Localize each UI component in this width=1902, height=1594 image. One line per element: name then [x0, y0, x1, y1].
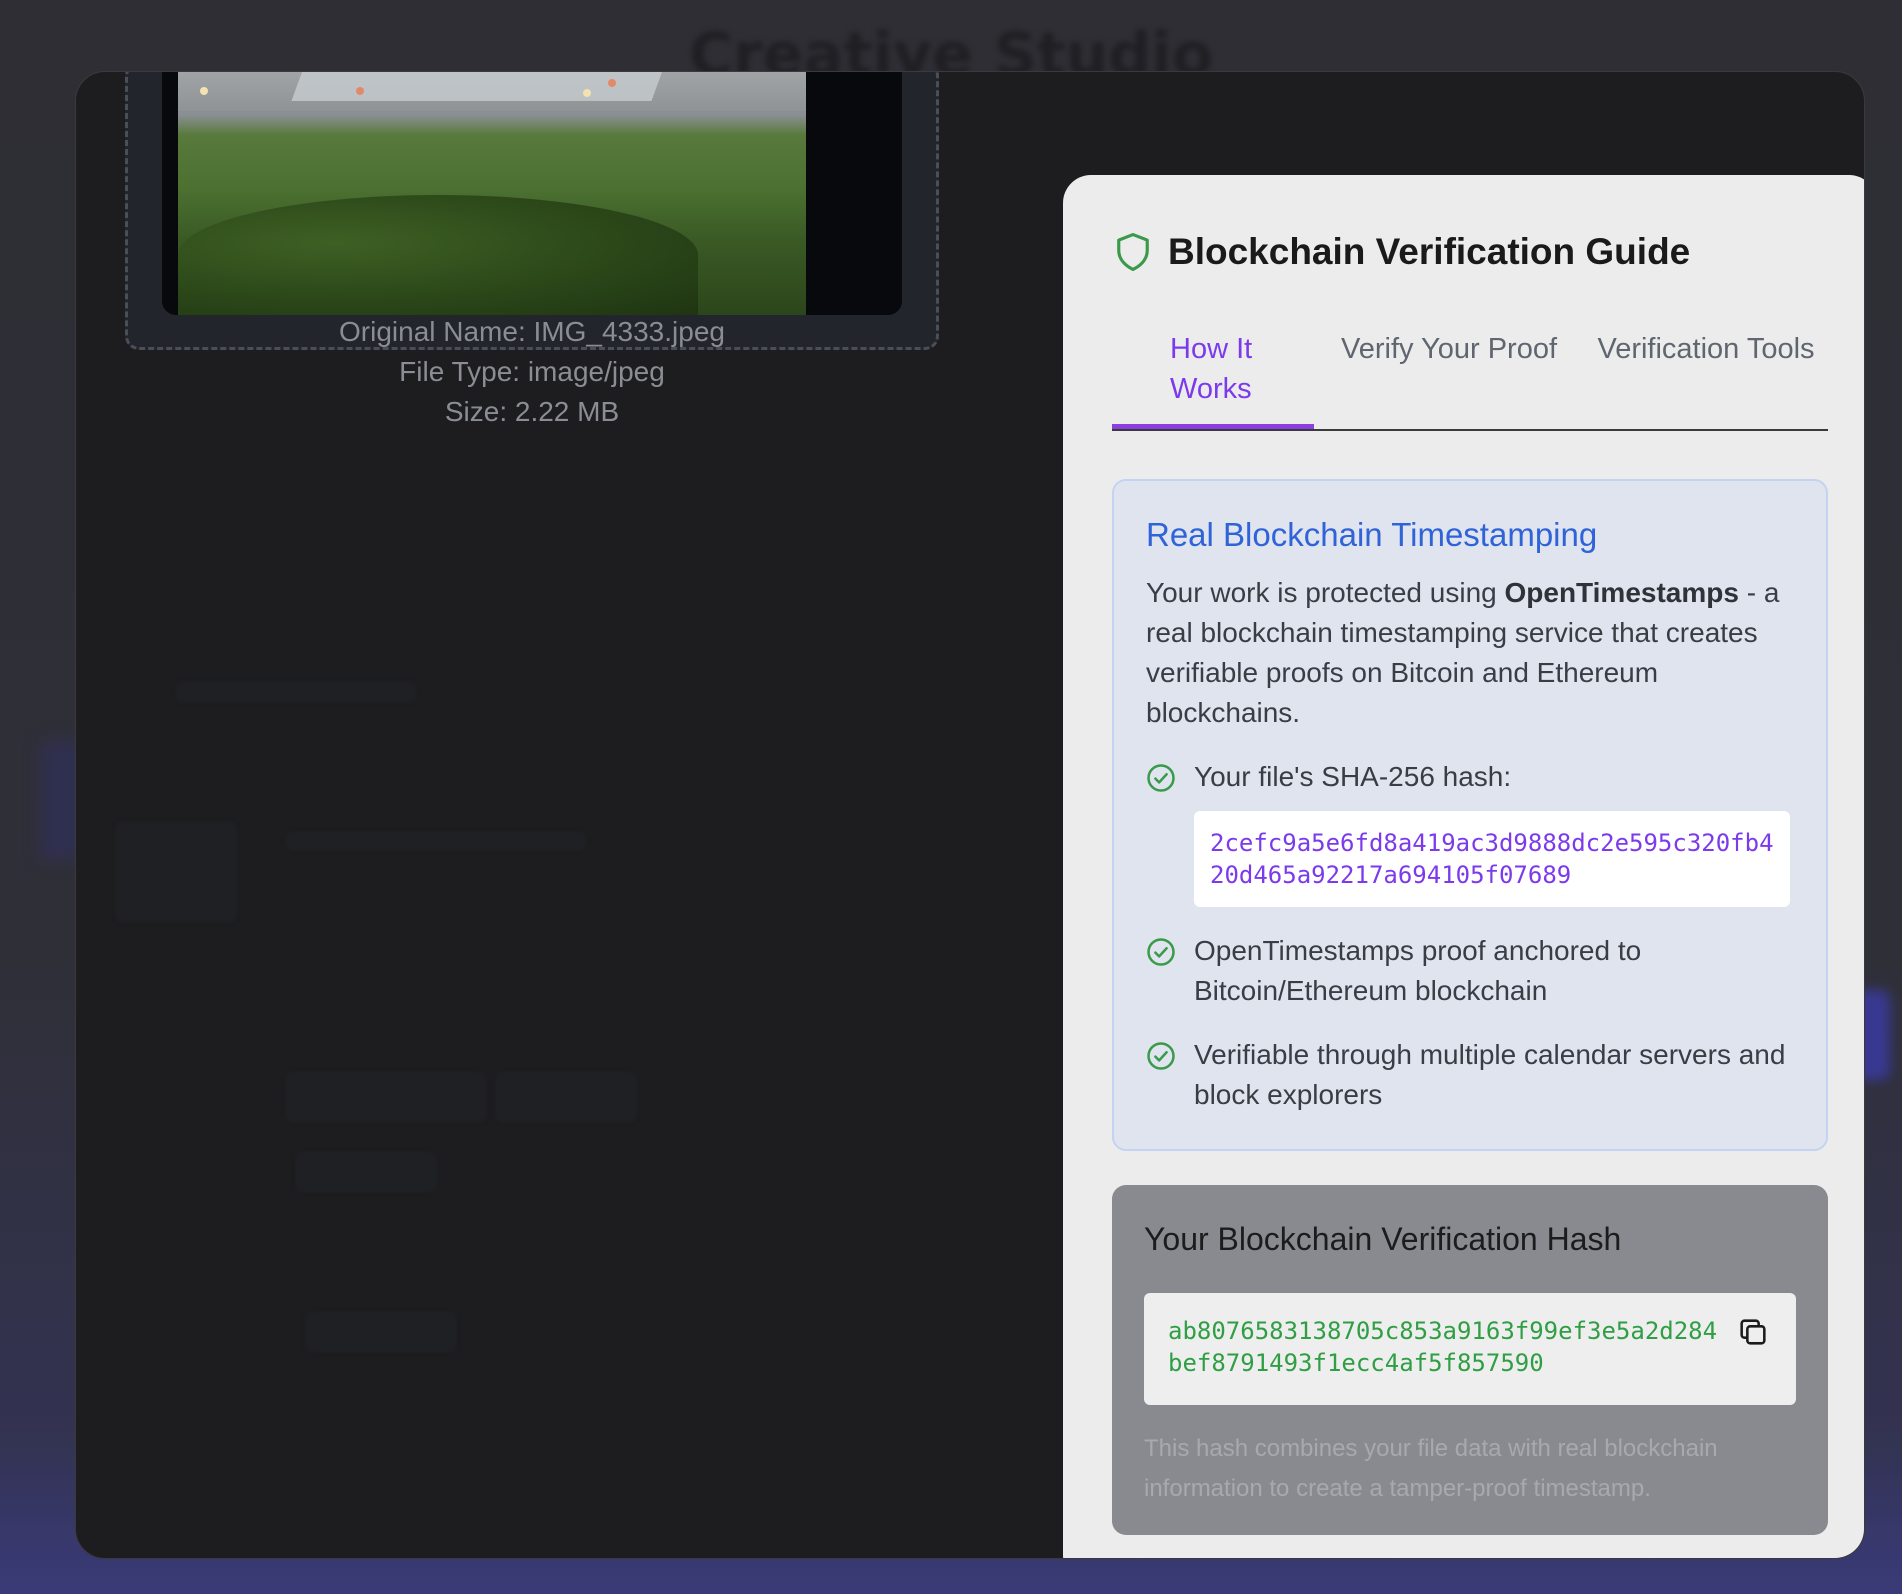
verification-hash-section: Your Blockchain Verification Hash ab8076… — [1112, 1185, 1828, 1535]
check-circle-icon — [1147, 938, 1175, 966]
upload-preview-column: Original Name: IMG_4333.jpeg File Type: … — [76, 72, 976, 1558]
info-heading: Real Blockchain Timestamping — [1146, 516, 1598, 553]
verification-hash-heading: Your Blockchain Verification Hash — [1144, 1221, 1622, 1257]
check-item-sha256: Your file's SHA-256 hash: — [1146, 757, 1794, 797]
file-original-name: Original Name: IMG_4333.jpeg — [339, 316, 725, 347]
upload-modal: Original Name: IMG_4333.jpeg File Type: … — [75, 71, 1865, 1559]
file-metadata: Original Name: IMG_4333.jpeg File Type: … — [125, 312, 939, 432]
check-circle-icon — [1147, 764, 1175, 792]
sha256-hash-value: 2cefc9a5e6fd8a419ac3d9888dc2e595c320fb42… — [1194, 811, 1790, 907]
guide-title: Blockchain Verification Guide — [1168, 231, 1691, 272]
copy-icon[interactable] — [1736, 1315, 1770, 1349]
verification-hash-display: ab8076583138705c853a9163f99ef3e5a2d284be… — [1144, 1293, 1796, 1405]
verification-hash-value[interactable]: ab8076583138705c853a9163f99ef3e5a2d284be… — [1168, 1315, 1728, 1379]
guide-header: Blockchain Verification Guide — [1114, 231, 1690, 273]
info-description: Your work is protected using OpenTimesta… — [1146, 577, 1780, 728]
check-item-label: Verifiable through multiple calendar ser… — [1194, 1039, 1786, 1110]
check-item-verifiable: Verifiable through multiple calendar ser… — [1146, 1035, 1794, 1115]
timestamping-info-box: Real Blockchain Timestamping Your work i… — [1112, 479, 1828, 1151]
verification-guide-panel: Blockchain Verification Guide How It Wor… — [1063, 175, 1864, 1558]
opentimestamps-label: OpenTimestamps — [1504, 577, 1739, 608]
image-preview — [162, 72, 902, 315]
preview-photo — [178, 72, 806, 315]
background-content — [116, 592, 976, 1492]
shield-icon — [1117, 232, 1149, 271]
check-item-label: Your file's SHA-256 hash: — [1194, 761, 1512, 792]
tab-verify-your-proof[interactable]: Verify Your Proof — [1314, 325, 1584, 429]
check-circle-icon — [1147, 1042, 1175, 1070]
guide-tabs: How It Works Verify Your Proof Verificat… — [1112, 325, 1828, 431]
verification-hash-note: This hash combines your file data with r… — [1144, 1435, 1718, 1502]
tab-verification-tools[interactable]: Verification Tools — [1584, 325, 1828, 429]
file-dropzone[interactable] — [125, 72, 939, 350]
tab-how-it-works[interactable]: How It Works — [1112, 325, 1314, 429]
check-item-label: OpenTimestamps proof anchored to Bitcoin… — [1194, 935, 1642, 1006]
file-type: File Type: image/jpeg — [399, 356, 665, 387]
check-item-anchored: OpenTimestamps proof anchored to Bitcoin… — [1146, 931, 1794, 1011]
file-size: Size: 2.22 MB — [444, 396, 620, 427]
